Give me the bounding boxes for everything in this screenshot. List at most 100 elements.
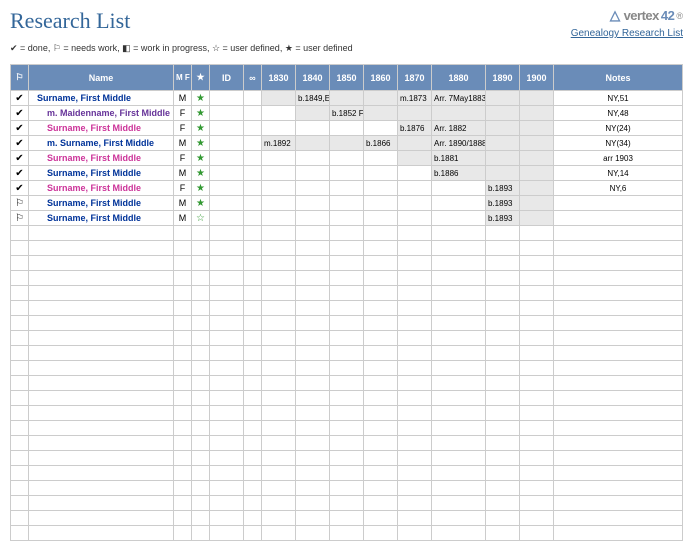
year-1880-cell: [432, 196, 486, 211]
star-cell: ★: [192, 136, 210, 151]
year-1900-cell: [520, 196, 554, 211]
inf-cell: [244, 166, 262, 181]
flag-cell: ⚐: [11, 211, 29, 226]
name-cell[interactable]: m. Maidenname, First Middle: [29, 106, 174, 121]
inf-cell: [244, 91, 262, 106]
year-1850-cell: [330, 136, 364, 151]
inf-cell: [244, 121, 262, 136]
col-mf: M F: [174, 65, 192, 91]
empty-row: [11, 256, 683, 271]
empty-row: [11, 226, 683, 241]
col-1900: 1900: [520, 65, 554, 91]
name-cell[interactable]: Surname, First Middle: [29, 196, 174, 211]
year-1860-cell: [364, 121, 398, 136]
col-1840: 1840: [296, 65, 330, 91]
col-inf: ∞: [244, 65, 262, 91]
year-1850-cell: [330, 181, 364, 196]
col-1870: 1870: [398, 65, 432, 91]
year-1860-cell: [364, 166, 398, 181]
name-cell[interactable]: Surname, First Middle: [29, 211, 174, 226]
year-1890-cell: b.1893: [486, 211, 520, 226]
table-row: ⚐Surname, First MiddleM☆b.1893: [11, 211, 683, 226]
flag-cell: ✔: [11, 151, 29, 166]
year-1830-cell: [262, 166, 296, 181]
year-1840-cell: [296, 121, 330, 136]
year-1890-cell: b.1893: [486, 181, 520, 196]
year-1840-cell: [296, 211, 330, 226]
id-cell: [210, 196, 244, 211]
inf-cell: [244, 151, 262, 166]
vertex-icon: [608, 9, 622, 23]
empty-row: [11, 436, 683, 451]
name-cell[interactable]: Surname, First Middle: [29, 91, 174, 106]
year-1860-cell: [364, 196, 398, 211]
mf-cell: M: [174, 91, 192, 106]
genealogy-link[interactable]: Genealogy Research List: [571, 28, 683, 39]
year-1880-cell: b.1886: [432, 166, 486, 181]
col-1880: 1880: [432, 65, 486, 91]
research-table: ⚐ Name M F ★ ID ∞ 1830 1840 1850 1860 18…: [10, 64, 683, 541]
year-1870-cell: [398, 166, 432, 181]
name-cell[interactable]: Surname, First Middle: [29, 166, 174, 181]
table-row: ✔m. Maidenname, First MiddleF★b.1852 Fra…: [11, 106, 683, 121]
star-cell: ★: [192, 91, 210, 106]
vertex-logo: vertex42®: [571, 8, 683, 23]
year-1830-cell: [262, 106, 296, 121]
year-1890-cell: [486, 121, 520, 136]
id-cell: [210, 91, 244, 106]
star-cell: ★: [192, 196, 210, 211]
empty-row: [11, 481, 683, 496]
year-1850-cell: [330, 151, 364, 166]
star-cell: ★: [192, 121, 210, 136]
empty-row: [11, 376, 683, 391]
empty-row: [11, 316, 683, 331]
col-star: ★: [192, 65, 210, 91]
empty-row: [11, 451, 683, 466]
col-id: ID: [210, 65, 244, 91]
year-1900-cell: [520, 181, 554, 196]
year-1860-cell: b.1866: [364, 136, 398, 151]
empty-row: [11, 331, 683, 346]
year-1830-cell: [262, 121, 296, 136]
name-cell[interactable]: Surname, First Middle: [29, 181, 174, 196]
notes-cell: NY(24): [554, 121, 683, 136]
id-cell: [210, 106, 244, 121]
year-1900-cell: [520, 136, 554, 151]
year-1840-cell: [296, 166, 330, 181]
year-1900-cell: [520, 106, 554, 121]
notes-cell: arr 1903: [554, 151, 683, 166]
year-1900-cell: [520, 211, 554, 226]
year-1900-cell: [520, 151, 554, 166]
table-row: ✔Surname, First MiddleF★b.1893NY,6: [11, 181, 683, 196]
year-1850-cell: [330, 196, 364, 211]
year-1880-cell: [432, 106, 486, 121]
notes-cell: NY(34): [554, 136, 683, 151]
col-1830: 1830: [262, 65, 296, 91]
year-1830-cell: [262, 181, 296, 196]
name-cell[interactable]: Surname, First Middle: [29, 151, 174, 166]
flag-cell: ✔: [11, 136, 29, 151]
name-cell[interactable]: m. Surname, First Middle: [29, 136, 174, 151]
table-row: ✔Surname, First MiddleM★b.1849,Englandm.…: [11, 91, 683, 106]
mf-cell: M: [174, 166, 192, 181]
year-1900-cell: [520, 166, 554, 181]
year-1840-cell: b.1849,England: [296, 91, 330, 106]
year-1840-cell: [296, 106, 330, 121]
id-cell: [210, 211, 244, 226]
name-cell[interactable]: Surname, First Middle: [29, 121, 174, 136]
year-1900-cell: [520, 91, 554, 106]
year-1850-cell: [330, 211, 364, 226]
year-1880-cell: [432, 181, 486, 196]
year-1900-cell: [520, 121, 554, 136]
year-1890-cell: [486, 166, 520, 181]
id-cell: [210, 181, 244, 196]
table-row: ✔m. Surname, First MiddleM★m.1892b.1866A…: [11, 136, 683, 151]
year-1860-cell: [364, 151, 398, 166]
inf-cell: [244, 211, 262, 226]
id-cell: [210, 121, 244, 136]
id-cell: [210, 136, 244, 151]
year-1860-cell: [364, 91, 398, 106]
year-1890-cell: [486, 106, 520, 121]
col-1850: 1850: [330, 65, 364, 91]
col-flag: ⚐: [11, 65, 29, 91]
